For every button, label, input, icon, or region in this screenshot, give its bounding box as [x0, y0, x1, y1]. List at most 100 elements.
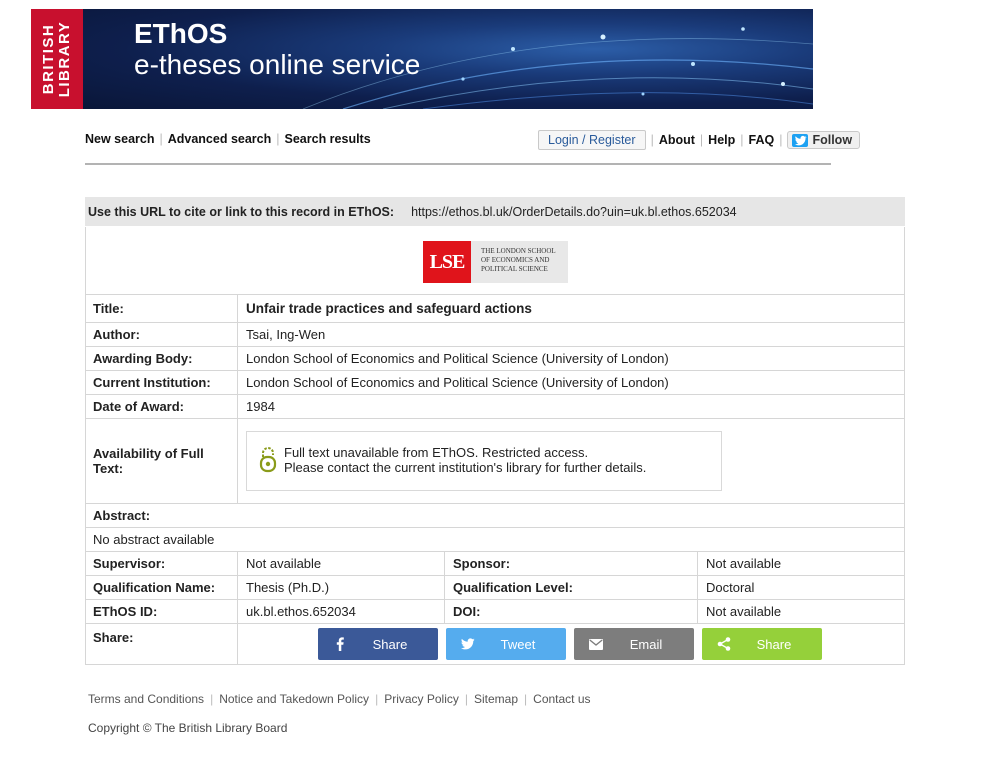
date-of-award-row: Date of Award: 1984 — [86, 395, 904, 419]
footer-separator: | — [210, 692, 214, 706]
abstract-label: Abstract: — [86, 504, 904, 528]
facebook-share-button[interactable]: Share — [318, 628, 438, 660]
author-value: Tsai, Ing-Wen — [246, 327, 326, 342]
nav-new-search[interactable]: New search — [85, 132, 154, 146]
title-label: Title: — [86, 295, 238, 322]
twitter-follow-button[interactable]: Follow — [787, 131, 861, 149]
current-institution-row: Current Institution: London School of Ec… — [86, 371, 904, 395]
nav-search-results[interactable]: Search results — [285, 132, 371, 146]
sharethis-share-button[interactable]: Share — [702, 628, 822, 660]
cite-label: Use this URL to cite or link to this rec… — [88, 204, 395, 219]
availability-box: Full text unavailable from EThOS. Restri… — [246, 431, 722, 491]
nav-separator: | — [779, 133, 783, 147]
nav-separator: | — [699, 133, 704, 147]
author-label: Author: — [86, 323, 238, 346]
follow-label: Follow — [812, 133, 853, 147]
footer-separator: | — [464, 692, 468, 706]
tweet-label: Tweet — [500, 636, 536, 652]
nav-separator: | — [159, 132, 163, 146]
date-of-award-value: 1984 — [246, 399, 275, 414]
nav-divider — [85, 163, 831, 165]
supervisor-value: Not available — [238, 552, 445, 575]
doi-label: DOI: — [445, 600, 698, 623]
sharethis-icon — [702, 637, 746, 651]
lse-logo-line2: OF ECONOMICS AND — [481, 256, 550, 264]
nav-advanced-search[interactable]: Advanced search — [168, 132, 272, 146]
secondary-nav: Login / Register | About | Help | FAQ | … — [538, 130, 861, 150]
current-institution-label: Current Institution: — [86, 371, 238, 394]
share-buttons: Share Tweet Email Share — [318, 628, 822, 664]
institution-logo-row: LSE THE LONDON SCHOOL OF ECONOMICS AND P… — [86, 227, 904, 295]
nav-separator: | — [740, 133, 744, 147]
nav-faq[interactable]: FAQ — [749, 133, 775, 147]
email-share-button[interactable]: Email — [574, 628, 694, 660]
lse-logo[interactable]: LSE THE LONDON SCHOOL OF ECONOMICS AND P… — [423, 241, 568, 283]
awarding-body-row: Awarding Body: London School of Economic… — [86, 347, 904, 371]
record-table: LSE THE LONDON SCHOOL OF ECONOMICS AND P… — [85, 227, 905, 665]
cite-url[interactable]: https://ethos.bl.uk/OrderDetails.do?uin=… — [411, 205, 737, 219]
supervisor-sponsor-row: Supervisor: Not available Sponsor: Not a… — [86, 552, 904, 576]
twitter-icon — [446, 638, 490, 650]
share-label: Share: — [86, 624, 238, 664]
author-row: Author: Tsai, Ing-Wen — [86, 323, 904, 347]
abstract-value: No abstract available — [86, 528, 904, 552]
ethos-id-value: uk.bl.ethos.652034 — [238, 600, 445, 623]
availability-text-line2: Please contact the current institution's… — [284, 460, 647, 475]
twitter-tweet-button[interactable]: Tweet — [446, 628, 566, 660]
logo-line-british: BRITISH — [40, 23, 57, 95]
footer-contact-link[interactable]: Contact us — [533, 692, 590, 706]
footer-notice-link[interactable]: Notice and Takedown Policy — [219, 692, 369, 706]
logo-line-library: LIBRARY — [56, 20, 73, 98]
nav-about[interactable]: About — [659, 133, 695, 147]
copyright-text: Copyright © The British Library Board — [88, 721, 288, 735]
availability-label: Availability of Full Text: — [86, 419, 238, 503]
lock-icon — [259, 446, 277, 477]
cite-bar: Use this URL to cite or link to this rec… — [85, 197, 905, 226]
nav-separator: | — [650, 133, 654, 147]
footer-terms-link[interactable]: Terms and Conditions — [88, 692, 204, 706]
lse-logo-line1: THE LONDON SCHOOL — [481, 247, 556, 255]
lse-logo-text: THE LONDON SCHOOL OF ECONOMICS AND POLIT… — [471, 241, 568, 283]
availability-row: Availability of Full Text: Full text una… — [86, 419, 904, 504]
site-subtitle: e-theses online service — [134, 49, 421, 80]
ethos-id-doi-row: EThOS ID: uk.bl.ethos.652034 DOI: Not av… — [86, 600, 904, 624]
thesis-title: Unfair trade practices and safeguard act… — [246, 301, 532, 316]
facebook-icon — [318, 637, 362, 651]
british-library-logo[interactable]: BRITISH LIBRARY — [31, 9, 83, 109]
qualification-row: Qualification Name: Thesis (Ph.D.) Quali… — [86, 576, 904, 600]
footer-separator: | — [375, 692, 379, 706]
nav-separator: | — [276, 132, 280, 146]
awarding-body-label: Awarding Body: — [86, 347, 238, 370]
email-share-label: Email — [629, 636, 663, 652]
qualification-level-value: Doctoral — [706, 580, 755, 595]
share-row: Share: Share Tweet Email Share — [86, 624, 904, 664]
current-institution-value: London School of Economics and Political… — [246, 375, 669, 390]
banner-artwork: EThOS e-theses online service — [83, 9, 813, 109]
availability-text-line1: Full text unavailable from EThOS. Restri… — [284, 445, 589, 460]
date-of-award-label: Date of Award: — [86, 395, 238, 418]
sponsor-label: Sponsor: — [445, 552, 698, 575]
footer-separator: | — [524, 692, 528, 706]
login-register-button[interactable]: Login / Register — [538, 130, 646, 150]
site-title: EThOS — [134, 18, 228, 49]
title-row: Title: Unfair trade practices and safegu… — [86, 295, 904, 323]
supervisor-label: Supervisor: — [86, 552, 238, 575]
site-banner[interactable]: BRITISH LIBRARY EThOS e-theses online ser… — [31, 9, 813, 109]
qualification-name-label: Qualification Name: — [86, 576, 238, 599]
doi-value: Not available — [706, 604, 782, 619]
footer-privacy-link[interactable]: Privacy Policy — [384, 692, 459, 706]
email-icon — [574, 638, 618, 650]
ethos-id-label: EThOS ID: — [86, 600, 238, 623]
qualification-name-value: Thesis (Ph.D.) — [238, 576, 445, 599]
facebook-share-label: Share — [372, 636, 408, 652]
sponsor-value: Not available — [706, 556, 782, 571]
primary-nav: New search | Advanced search | Search result… — [85, 132, 371, 146]
footer-sitemap-link[interactable]: Sitemap — [474, 692, 518, 706]
twitter-icon — [792, 133, 809, 147]
awarding-body-value: London School of Economics and Political… — [246, 351, 669, 366]
lse-logo-line3: POLITICAL SCIENCE — [481, 265, 548, 273]
qualification-level-label: Qualification Level: — [445, 576, 698, 599]
nav-help[interactable]: Help — [708, 133, 735, 147]
footer-links: Terms and Conditions | Notice and Takedown… — [88, 692, 591, 706]
availability-cell: Full text unavailable from EThOS. Restri… — [238, 419, 904, 503]
